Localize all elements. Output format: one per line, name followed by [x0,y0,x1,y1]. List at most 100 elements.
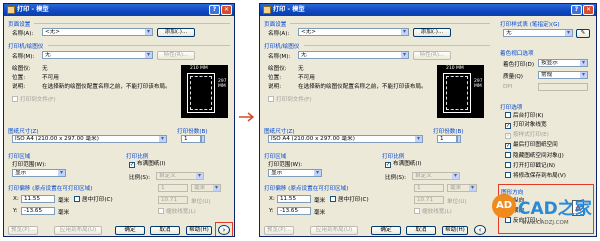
location-label: 位置: [12,75,26,81]
option-background-plot[interactable]: 后台打印(K) [505,112,543,119]
location-value: 不可用 [298,75,315,81]
offset-x-unit: 毫米 [314,198,326,204]
offset-x-label: X: [269,196,275,202]
plotter-value: 无 [42,66,48,72]
printer-properties-button[interactable]: 特性(R)... [413,51,451,60]
apply-to-layout-button[interactable]: 应用到布局(U) [54,226,102,235]
page-setup-name-select[interactable]: <无> [42,28,153,36]
offset-x-unit: 毫米 [58,198,70,204]
option-plot-stamp[interactable]: 打开打印戳记(N) [505,162,555,169]
fit-to-paper-checkbox[interactable]: ✓ 布满图纸(I) [129,161,165,168]
scale-select[interactable]: 自定义 [156,172,204,180]
option-plot-with-styles[interactable]: ✓ 按样式打印(E) [505,132,549,139]
title-bar[interactable]: 打印 - 模型 ? ✕ [260,4,596,16]
option-paperspace-last[interactable]: ✓ 最后打印图纸空间 [505,142,558,149]
close-icon[interactable]: ✕ [221,5,232,15]
plotter-label: 绘图仪: [268,66,287,72]
printer-properties-button[interactable]: 特性(R)... [157,51,195,60]
quality-label: 质量(Q) [503,74,523,80]
watermark-ad-badge: AD [492,194,516,218]
center-plot-checkbox[interactable]: 居中打印(C) [74,196,113,203]
scale-unit-select[interactable]: 毫米 [191,184,221,192]
center-plot-checkbox[interactable]: 居中打印(C) [330,196,369,203]
apply-to-layout-button[interactable]: 应用到布局(U) [310,226,358,235]
fewer-options-button[interactable]: ‹ [474,225,486,235]
dpi-input[interactable] [538,83,588,91]
preview-button[interactable]: 预览(P)... [264,226,294,235]
copies-spinner[interactable] [457,135,461,143]
print-to-file-checkbox[interactable]: 打印到文件(F) [12,96,56,103]
option-save-to-layout[interactable]: 将修改保存到布局(V) [505,172,566,179]
close-icon[interactable]: ✕ [583,5,594,15]
paper-size-select[interactable]: ISO A4 (210.00 x 297.00 毫米) [268,135,423,143]
page-setup-name-select[interactable]: <无> [298,28,409,36]
scale-lineweights-checkbox[interactable]: 缩放线宽(L) [158,208,196,215]
print-to-file-checkbox[interactable]: 打印到文件(F) [268,96,312,103]
plot-area-select[interactable]: 显示 [268,169,322,177]
description-value: 在选择新的绘图仪配置名称之前，不能打印该布局。 [298,84,427,90]
paper-size-select[interactable]: ISO A4 (210.00 x 297.00 毫米) [12,135,167,143]
help-icon[interactable]: ? [209,5,220,15]
scale-label: 比例(S): [129,175,150,181]
description-label: 说明: [12,84,26,90]
paper-preview: 210 MM 297 MM [181,65,228,118]
page-setup-group: 页面设置 [8,22,31,28]
add-page-setup-button[interactable]: 添加(.)... [413,28,451,37]
scale-lineweights-checkbox[interactable]: 缩放线宽(L) [414,208,452,215]
plot-style-table-select[interactable]: 无 [503,29,573,37]
scale-numerator[interactable]: 1 [158,184,188,192]
help-icon[interactable]: ? [571,5,582,15]
printer-name-select[interactable]: 无 [298,51,409,59]
page-setup-name-label: 名称(A): [12,31,34,37]
option-object-lineweights[interactable]: ✓ 打印对象线宽 [505,122,547,129]
ok-button[interactable]: 确定 [115,226,145,235]
copies-spinner[interactable] [201,135,205,143]
scale-numerator[interactable]: 1 [414,184,444,192]
scale-label: 比例(S): [385,175,406,181]
edit-style-table-button[interactable]: ✎ [576,29,590,38]
scale-denominator[interactable]: 10.71 [414,196,444,204]
dialog-title: 打印 - 模型 [273,6,305,13]
ok-button[interactable]: 确定 [371,226,401,235]
offset-y-label: Y: [13,208,18,214]
help-button[interactable]: 帮助(H) [186,226,212,235]
chevron-right-icon: › [222,226,226,234]
help-button[interactable]: 帮助(H) [442,226,468,235]
option-hide-paperspace[interactable]: 隐藏图纸空间对象(J) [505,152,564,159]
scale-denominator[interactable]: 10.71 [158,196,188,204]
printer-name-label: 名称(M): [268,54,291,60]
location-label: 位置: [268,75,282,81]
title-bar[interactable]: 打印 - 模型 ? ✕ [4,4,234,16]
watermark-logo: AD CAD之家 www.CADZJ.COM [492,190,596,236]
scale-select[interactable]: 自定义 [412,172,460,180]
page-setup-name-label: 名称(A): [268,31,290,37]
offset-y-input[interactable]: -13.65 [21,207,55,215]
offset-x-input[interactable]: 11.55 [277,195,311,203]
printer-name-select[interactable]: 无 [42,51,153,59]
add-page-setup-button[interactable]: 添加(.)... [157,28,195,37]
print-dialog-collapsed: 打印 - 模型 ? ✕ 页面设置 名称(A): <无> 添加(.)... 打印机… [3,3,235,237]
copies-input[interactable]: 1 [437,135,457,143]
cancel-button[interactable]: 取消 [406,226,436,235]
preview-height-label: 297 MM [218,79,227,89]
more-options-button[interactable]: › [218,225,230,235]
offset-y-input[interactable]: -13.65 [277,207,311,215]
plot-area-select[interactable]: 显示 [12,169,66,177]
preview-button[interactable]: 预览(P)... [8,226,38,235]
shade-plot-select[interactable]: 按显示 [538,59,588,67]
copies-group: 打印份数(B) [433,129,464,135]
plot-options-group: 打印选项 [500,105,523,111]
quality-select[interactable]: 常规 [538,71,588,79]
offset-x-input[interactable]: 11.55 [21,195,55,203]
cancel-button[interactable]: 取消 [150,226,180,235]
plot-scale-group: 打印比例 [126,154,149,160]
printer-icon [7,6,15,14]
watermark-text: CAD之家 [518,199,592,219]
fit-to-paper-checkbox[interactable]: ✓ 布满图纸(I) [385,161,421,168]
printer-group: 打印机/绘图仪 [264,44,300,50]
scale-unit-label: 单位(U) [447,199,467,205]
scale-unit-select[interactable]: 毫米 [447,184,477,192]
watermark-url: www.CADZJ.COM [522,220,569,226]
copies-group: 打印份数(B) [177,129,208,135]
copies-input[interactable]: 1 [181,135,201,143]
